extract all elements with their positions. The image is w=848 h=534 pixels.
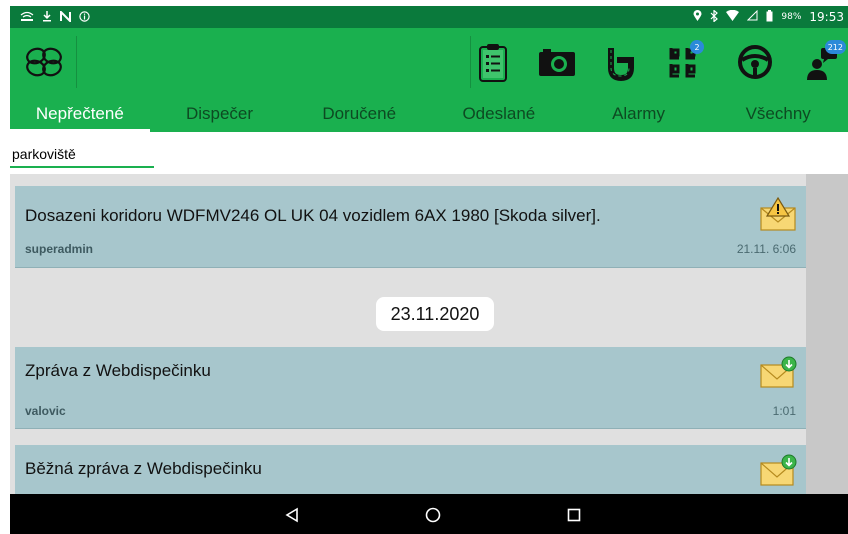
route-icon[interactable]: [596, 36, 646, 88]
cellular-icon: [747, 9, 758, 24]
wifi-icon: [726, 9, 740, 24]
app-logo-icon[interactable]: [24, 44, 64, 80]
recents-icon[interactable]: [562, 504, 586, 526]
tab-dispecer[interactable]: Dispečer: [150, 96, 290, 132]
message-tabs: Nepřečtené Dispečer Doručené Odeslané Al…: [10, 96, 848, 132]
battery-percent: 98%: [781, 12, 802, 22]
message-time: 1:01: [772, 404, 796, 418]
messages-badge: 212: [824, 40, 846, 54]
message-card[interactable]: Zpráva z Webdispečinku valovic 1:01: [15, 347, 806, 429]
tab-neprectene[interactable]: Nepřečtené: [10, 96, 150, 132]
status-time: 19:53: [809, 10, 844, 24]
scrollbar[interactable]: [806, 174, 848, 494]
date-separator: 23.11.2020: [376, 297, 494, 331]
message-title: Zpráva z Webdispečinku: [25, 361, 211, 380]
tab-alarmy[interactable]: Alarmy: [569, 96, 709, 132]
steering-wheel-icon[interactable]: [730, 36, 780, 88]
app-frame: 98% 19:53 2 212 Nepřečtené Dispečer Doru…: [10, 6, 848, 534]
camera-icon[interactable]: [532, 36, 582, 88]
toolbar: 2 212: [10, 28, 848, 114]
warning-envelope-icon: [758, 196, 798, 232]
tab-dorucene[interactable]: Doručené: [289, 96, 429, 132]
message-list[interactable]: Dosazeni koridoru WDFMV246 OL UK 04 vozi…: [10, 174, 848, 505]
back-icon[interactable]: [280, 504, 304, 526]
location-icon: [693, 9, 702, 25]
battery-icon: [766, 9, 773, 25]
parking-icon[interactable]: 2: [660, 36, 710, 88]
home-icon[interactable]: [421, 504, 445, 526]
download-envelope-icon: [758, 453, 798, 489]
message-time: 21.11. 6:06: [736, 242, 796, 256]
message-author: valovic: [25, 404, 66, 418]
download-envelope-icon: [758, 355, 798, 391]
message-title: Dosazeni koridoru WDFMV246 OL UK 04 vozi…: [25, 206, 601, 225]
info-icon: [79, 10, 90, 24]
tab-vsechny[interactable]: Všechny: [708, 96, 848, 132]
signal-quality-icon: [20, 11, 34, 24]
bluetooth-icon: [710, 8, 719, 25]
search-input[interactable]: [10, 144, 154, 168]
status-bar: 98% 19:53: [10, 6, 848, 28]
toolbar-divider: [76, 36, 77, 88]
driver-messages-icon[interactable]: 212: [796, 36, 846, 88]
checklist-icon[interactable]: [468, 36, 518, 88]
system-nav-bar: [10, 494, 848, 534]
parking-badge: 2: [690, 40, 704, 54]
n-icon: [60, 9, 71, 24]
message-title: Běžná zpráva z Webdispečinku: [25, 459, 262, 478]
search-bar: [10, 132, 848, 174]
tab-odeslane[interactable]: Odeslané: [429, 96, 569, 132]
download-icon: [42, 10, 52, 24]
message-author: superadmin: [25, 242, 94, 256]
message-card[interactable]: Dosazeni koridoru WDFMV246 OL UK 04 vozi…: [15, 186, 806, 268]
